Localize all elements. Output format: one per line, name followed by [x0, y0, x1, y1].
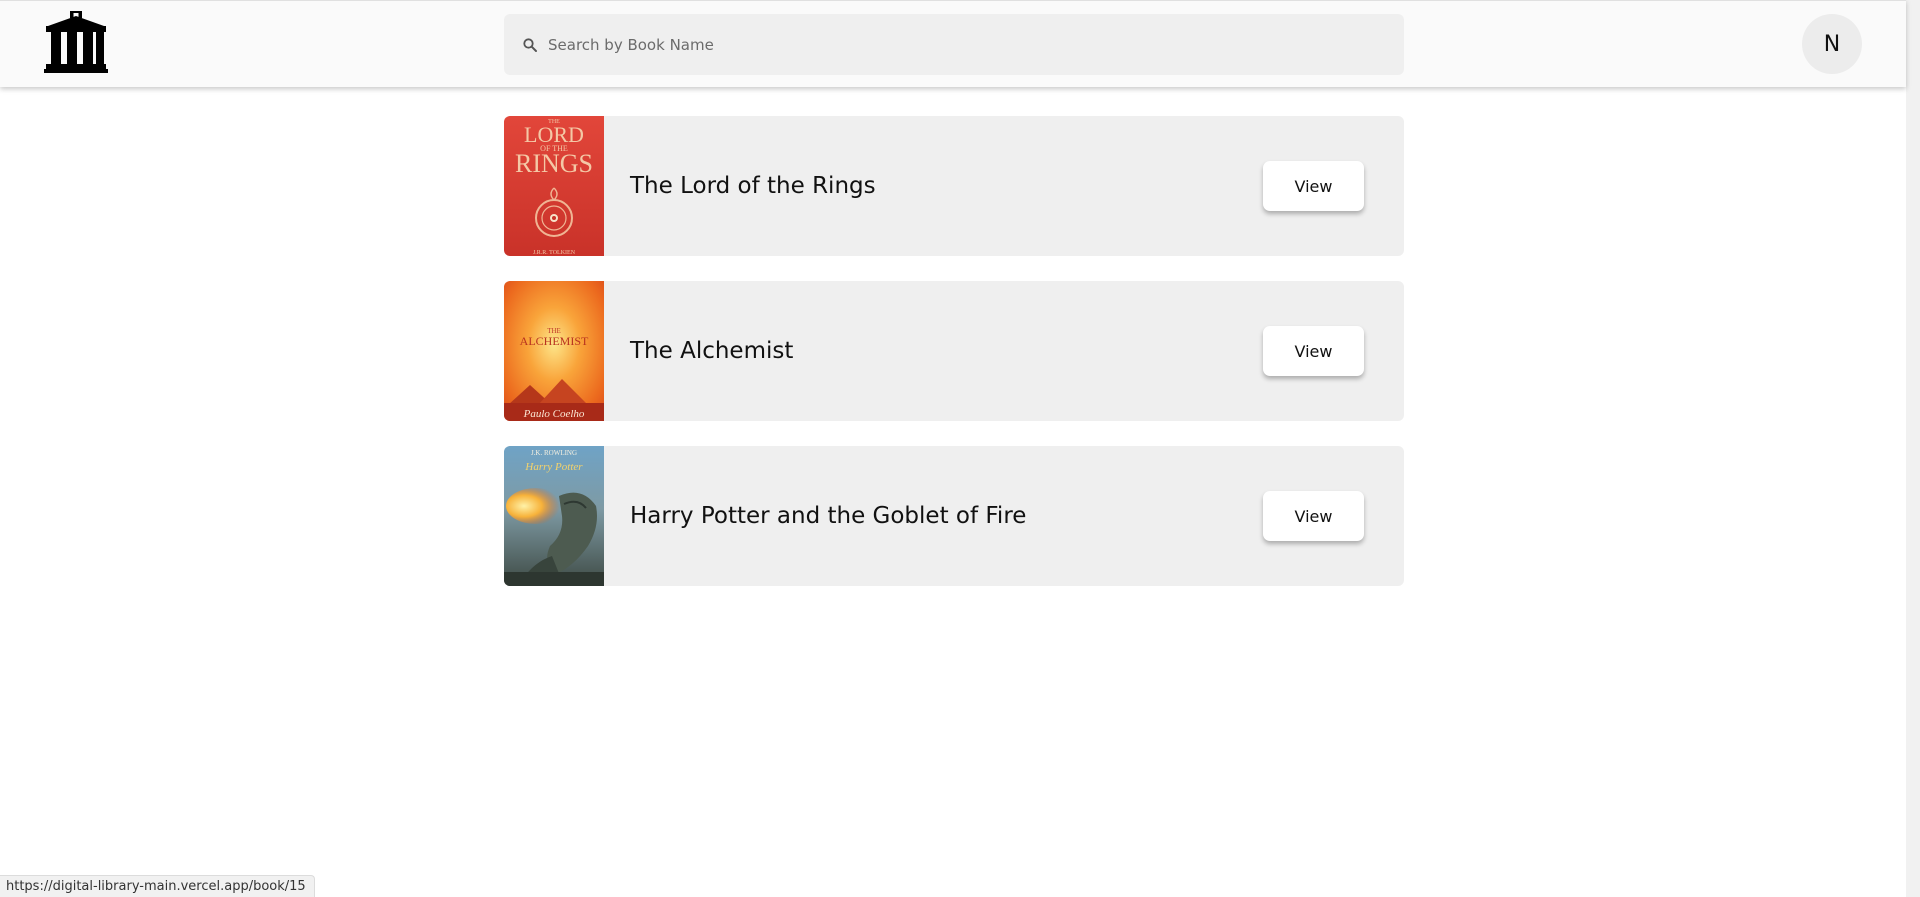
search-input[interactable] [548, 35, 1368, 54]
svg-text:Paulo Coelho: Paulo Coelho [523, 408, 585, 420]
book-list: THE LORD OF THE RINGS J.R.R. TOLKIEN The… [504, 116, 1404, 611]
svg-text:RINGS: RINGS [515, 149, 593, 178]
svg-text:ALCHEMIST: ALCHEMIST [520, 334, 589, 348]
page-scrollbar[interactable] [1906, 0, 1920, 897]
book-title: The Alchemist [630, 338, 794, 364]
link-preview-status-bar: https://digital-library-main.vercel.app/… [0, 875, 315, 897]
status-url: https://digital-library-main.vercel.app/… [6, 879, 306, 894]
book-card: J.K. ROWLING Harry Potter Harry Potter a… [504, 446, 1404, 586]
svg-text:J.K. ROWLING: J.K. ROWLING [531, 449, 577, 457]
avatar-initial: N [1823, 31, 1841, 57]
top-header: N [0, 0, 1906, 87]
svg-text:Harry Potter: Harry Potter [524, 461, 583, 473]
view-book-button[interactable]: View [1263, 161, 1364, 211]
book-card: THE LORD OF THE RINGS J.R.R. TOLKIEN The… [504, 116, 1404, 256]
book-title: The Lord of the Rings [630, 173, 876, 199]
search-bar[interactable] [504, 14, 1404, 75]
library-building-icon[interactable] [44, 11, 108, 73]
the-alchemist-cover: THE ALCHEMIST Paulo Coelho [504, 281, 604, 421]
search-icon [522, 37, 538, 53]
lord-of-the-rings-cover: THE LORD OF THE RINGS J.R.R. TOLKIEN [504, 116, 604, 256]
view-book-button[interactable]: View [1263, 491, 1364, 541]
page: N THE LORD OF THE RINGS [0, 0, 1920, 897]
user-avatar-button[interactable]: N [1802, 14, 1862, 74]
svg-text:J.R.R. TOLKIEN: J.R.R. TOLKIEN [533, 250, 576, 256]
book-card: THE ALCHEMIST Paulo Coelho The Alchemist… [504, 281, 1404, 421]
book-title: Harry Potter and the Goblet of Fire [630, 503, 1027, 529]
harry-potter-goblet-of-fire-cover: J.K. ROWLING Harry Potter [504, 446, 604, 586]
view-book-button[interactable]: View [1263, 326, 1364, 376]
